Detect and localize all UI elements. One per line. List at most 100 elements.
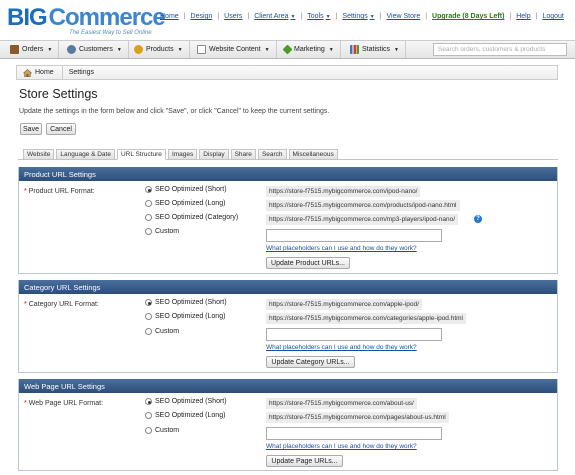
radio-label: Custom	[155, 228, 180, 235]
section-heading: Web Page URL Settings	[19, 379, 557, 393]
url-example: https://store-f7515.mybigcommerce.com/ab…	[266, 398, 417, 409]
cancel-button[interactable]: Cancel	[46, 123, 76, 135]
tab-images[interactable]: Images	[167, 149, 198, 160]
menu-products[interactable]: Products ▼	[128, 41, 190, 58]
search-input[interactable]	[433, 43, 567, 56]
page-title: Store Settings	[19, 87, 98, 101]
breadcrumb-home-label: Home	[35, 69, 54, 76]
radio-product-custom[interactable]: Custom	[145, 228, 179, 235]
tab-website[interactable]: Website	[23, 149, 55, 160]
breadcrumb-home[interactable]: Home	[17, 66, 63, 79]
page-custom-url-input[interactable]	[266, 427, 442, 440]
radio-label: Custom	[155, 328, 180, 335]
required-marker: *	[24, 301, 27, 308]
menu-products-label: Products	[146, 46, 174, 53]
products-icon	[134, 45, 143, 54]
tab-language-date[interactable]: Language & Date	[56, 149, 115, 160]
menu-statistics-label: Statistics	[362, 46, 391, 53]
menu-statistics[interactable]: Statistics ▼	[344, 41, 406, 58]
marketing-icon	[282, 44, 293, 55]
radio-label: SEO Optimized (Long)	[155, 313, 226, 320]
radio-product-seo-short[interactable]: SEO Optimized (Short)	[145, 186, 227, 193]
chevron-down-icon: ▼	[325, 14, 331, 20]
radio-button[interactable]	[145, 214, 152, 221]
nav-client-area[interactable]: Client Area ▼	[254, 13, 295, 20]
nav-separator: |	[247, 13, 250, 20]
logo-text-commerce: Commerce	[48, 4, 166, 31]
app-header: BIGCommerce The Easiest Way to Sell Onli…	[0, 0, 575, 40]
radio-label: SEO Optimized (Short)	[155, 398, 227, 405]
menu-orders[interactable]: Orders ▼	[4, 41, 60, 58]
logo-tagline: The Easiest Way to Sell Online	[69, 30, 152, 36]
help-question-icon[interactable]: ?	[474, 215, 482, 223]
web-page-url-format-label: * Web Page URL Format:	[24, 400, 103, 407]
nav-home[interactable]: Home	[160, 13, 179, 20]
tab-url-structure[interactable]: URL Structure	[116, 149, 166, 160]
radio-category-seo-long[interactable]: SEO Optimized (Long)	[145, 313, 225, 320]
chevron-down-icon: ▼	[290, 14, 296, 20]
radio-button[interactable]	[145, 398, 152, 405]
radio-category-custom[interactable]: Custom	[145, 328, 179, 335]
tab-miscellaneous[interactable]: Miscellaneous	[288, 149, 338, 160]
nav-logout[interactable]: Logout	[542, 13, 563, 20]
menu-customers-label: Customers	[79, 46, 113, 53]
statistics-icon	[350, 45, 359, 54]
url-example: https://store-f7515.mybigcommerce.com/pr…	[266, 200, 460, 211]
bigcommerce-logo[interactable]: BIGCommerce The Easiest Way to Sell Onli…	[7, 4, 166, 37]
category-custom-url-input[interactable]	[266, 328, 442, 341]
tab-search[interactable]: Search	[257, 149, 287, 160]
nav-help[interactable]: Help	[516, 13, 530, 20]
chevron-down-icon: ▼	[116, 46, 122, 53]
radio-button[interactable]	[145, 186, 152, 193]
url-example: https://store-f7515.mybigcommerce.com/ip…	[266, 186, 421, 197]
radio-page-seo-short[interactable]: SEO Optimized (Short)	[145, 398, 227, 405]
menu-marketing[interactable]: Marketing ▼	[278, 41, 341, 58]
menu-marketing-label: Marketing	[294, 46, 325, 53]
nav-upgrade[interactable]: Upgrade (8 Days Left)	[432, 13, 504, 20]
radio-button[interactable]	[145, 427, 152, 434]
product-custom-url-input[interactable]	[266, 229, 442, 242]
nav-settings[interactable]: Settings ▼	[342, 13, 374, 20]
placeholders-help-link[interactable]: What placeholders can I use and how do t…	[266, 443, 417, 450]
nav-settings-label: Settings	[342, 13, 368, 20]
radio-product-seo-long[interactable]: SEO Optimized (Long)	[145, 200, 225, 207]
radio-product-seo-category[interactable]: SEO Optimized (Category)	[145, 214, 238, 221]
nav-tools[interactable]: Tools ▼	[307, 13, 330, 20]
url-example: https://store-f7515.mybigcommerce.com/ca…	[266, 313, 467, 324]
top-navigation: Home | Design | Users | Client Area ▼ | Tools…	[160, 13, 564, 20]
chevron-down-icon: ▼	[264, 46, 270, 53]
url-example: https://store-f7515.mybigcommerce.com/pa…	[266, 412, 449, 423]
menu-customers[interactable]: Customers ▼	[61, 41, 129, 58]
update-category-urls-button[interactable]: Update Category URLs...	[266, 356, 355, 368]
orders-icon	[10, 45, 19, 54]
tab-share[interactable]: Share	[230, 149, 256, 160]
radio-label: SEO Optimized (Category)	[155, 214, 239, 221]
placeholders-help-link[interactable]: What placeholders can I use and how do t…	[266, 344, 417, 351]
radio-button[interactable]	[145, 313, 152, 320]
nav-users[interactable]: Users	[224, 13, 242, 20]
website-content-icon	[197, 45, 206, 54]
nav-design[interactable]: Design	[191, 13, 213, 20]
radio-button[interactable]	[145, 328, 152, 335]
radio-button[interactable]	[145, 412, 152, 419]
required-marker: *	[24, 188, 27, 195]
radio-label: SEO Optimized (Short)	[155, 299, 227, 306]
placeholders-help-link[interactable]: What placeholders can I use and how do t…	[266, 245, 417, 252]
update-product-urls-button[interactable]: Update Product URLs...	[266, 257, 350, 269]
radio-button[interactable]	[145, 299, 152, 306]
save-button[interactable]: Save	[20, 123, 42, 135]
nav-client-area-label: Client Area	[254, 13, 289, 20]
settings-tabs: Website Language & Date URL Structure Im…	[23, 149, 340, 160]
menu-website-content[interactable]: Website Content ▼	[191, 41, 277, 58]
radio-button[interactable]	[145, 228, 152, 235]
radio-category-seo-short[interactable]: SEO Optimized (Short)	[145, 299, 227, 306]
nav-separator: |	[535, 13, 538, 20]
radio-page-seo-long[interactable]: SEO Optimized (Long)	[145, 412, 225, 419]
radio-page-custom[interactable]: Custom	[145, 427, 179, 434]
nav-view-store[interactable]: View Store	[386, 13, 420, 20]
tab-display[interactable]: Display	[199, 149, 229, 160]
update-page-urls-button[interactable]: Update Page URLs...	[266, 455, 343, 467]
url-example: https://store-f7515.mybigcommerce.com/mp…	[266, 214, 459, 225]
radio-label: SEO Optimized (Short)	[155, 186, 227, 193]
radio-button[interactable]	[145, 200, 152, 207]
